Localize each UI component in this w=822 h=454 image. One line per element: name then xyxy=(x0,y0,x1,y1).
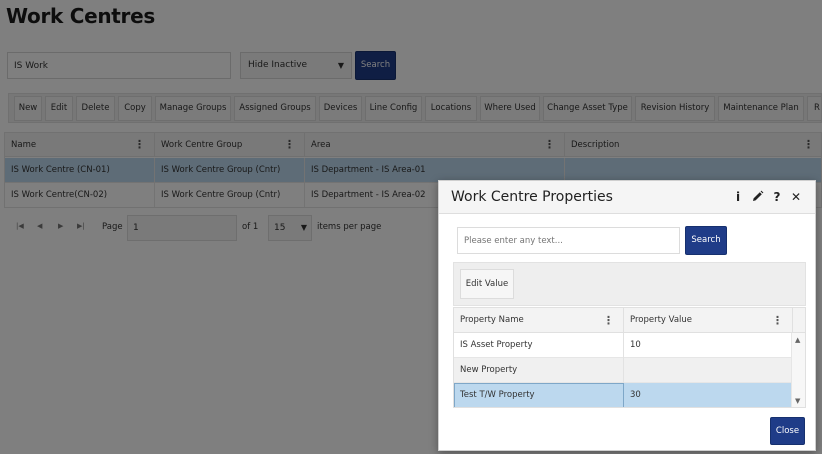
cell-property-name: New Property xyxy=(454,358,624,383)
info-icon[interactable]: i xyxy=(731,190,745,204)
properties-grid: Property Name ⋮ Property Value ⋮ IS Asse… xyxy=(453,307,806,408)
dialog-search-button[interactable]: Search xyxy=(685,226,727,255)
dialog-search-input[interactable] xyxy=(457,227,680,254)
edit-value-button[interactable]: Edit Value xyxy=(460,269,514,299)
column-header-property-value[interactable]: Property Value ⋮ xyxy=(624,308,793,333)
work-centre-properties-dialog: Work Centre Properties i ? ✕ Search Edit… xyxy=(438,180,816,451)
dialog-toolbar: Edit Value xyxy=(453,262,806,306)
cell-property-name: Test T/W Property xyxy=(454,383,624,407)
cell-property-name: IS Asset Property xyxy=(454,333,624,358)
column-header-property-name[interactable]: Property Name ⋮ xyxy=(454,308,624,333)
table-row[interactable]: IS Asset Property 10 xyxy=(454,333,793,358)
dialog-title: Work Centre Properties xyxy=(451,189,613,205)
cell-property-value: 10 xyxy=(624,333,793,358)
close-button[interactable]: Close xyxy=(770,417,805,445)
help-icon[interactable]: ? xyxy=(770,190,784,204)
grid-header: Property Name ⋮ Property Value ⋮ xyxy=(454,308,805,333)
cell-property-value xyxy=(624,358,793,383)
cell-property-value: 30 xyxy=(624,383,793,407)
column-menu-icon[interactable]: ⋮ xyxy=(603,308,614,333)
scroll-down-icon[interactable]: ▼ xyxy=(795,397,800,405)
dialog-header: Work Centre Properties i ? ✕ xyxy=(439,181,815,214)
column-header-label: Property Name xyxy=(460,315,524,325)
table-row[interactable]: Test T/W Property 30 xyxy=(454,383,793,407)
pencil-icon[interactable] xyxy=(750,190,764,206)
grid-scrollbar[interactable]: ▲ ▼ xyxy=(791,333,805,407)
column-header-label: Property Value xyxy=(630,315,693,325)
close-icon[interactable]: ✕ xyxy=(789,190,803,204)
scroll-up-icon[interactable]: ▲ xyxy=(795,336,800,344)
table-row[interactable]: New Property xyxy=(454,358,793,383)
column-menu-icon[interactable]: ⋮ xyxy=(772,308,783,333)
